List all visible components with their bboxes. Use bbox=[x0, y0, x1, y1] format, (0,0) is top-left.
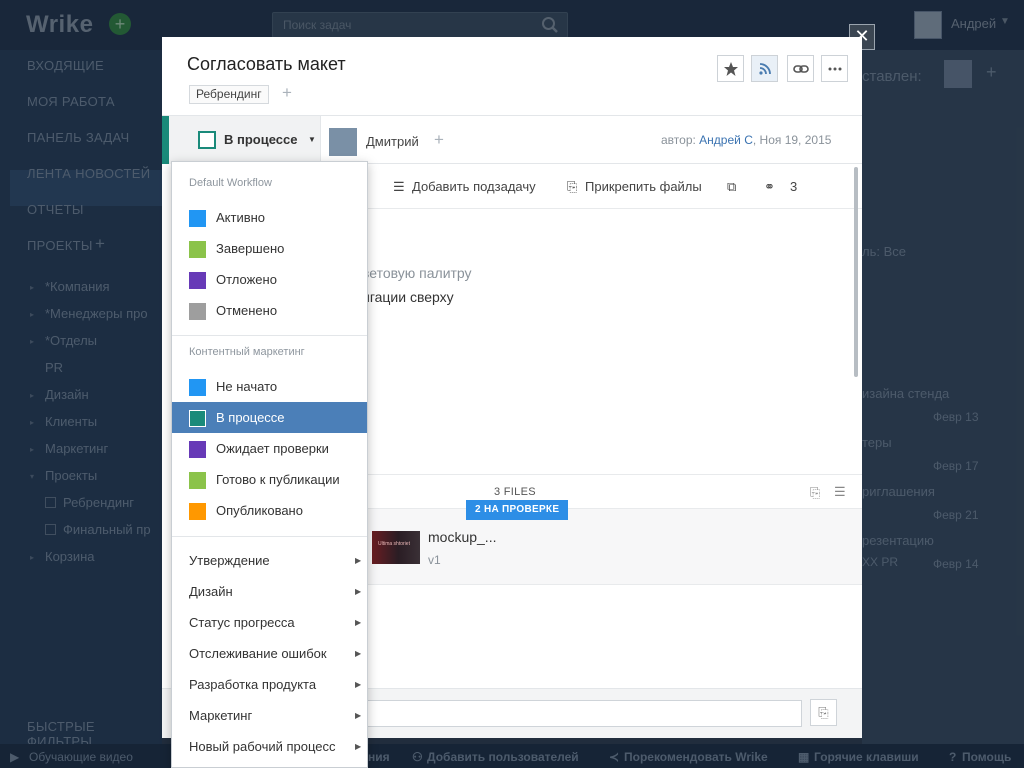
status-option-label: В процессе bbox=[216, 410, 285, 425]
status-option[interactable]: Опубликовано bbox=[172, 495, 367, 526]
add-subtask-button[interactable]: Добавить подзадачу bbox=[412, 179, 536, 194]
status-option[interactable]: Готово к публикации bbox=[172, 464, 367, 495]
status-dropdown-button[interactable]: В процессе ▼ bbox=[169, 116, 321, 164]
menu-divider bbox=[172, 335, 367, 336]
status-option-label: Отменено bbox=[216, 303, 278, 318]
dependencies-icon[interactable]: ⧉ bbox=[727, 179, 736, 195]
workflow-submenu[interactable]: Разработка продукта bbox=[189, 677, 316, 692]
star-button[interactable] bbox=[717, 55, 744, 82]
workflow-submenu[interactable]: Отслеживание ошибок bbox=[189, 646, 327, 661]
chevron-down-icon: ▼ bbox=[308, 135, 316, 144]
paperclip-icon[interactable]: ⎘ bbox=[567, 179, 577, 195]
author-prefix: автор: bbox=[661, 133, 696, 147]
description-line[interactable]: ветовую палитру bbox=[362, 265, 472, 281]
status-option[interactable]: Активно bbox=[172, 202, 367, 233]
status-color-swatch bbox=[189, 272, 206, 289]
status-option[interactable]: Завершено bbox=[172, 233, 367, 264]
status-color-swatch bbox=[189, 410, 206, 427]
status-color-swatch bbox=[189, 379, 206, 396]
workflow-submenu[interactable]: Новый рабочий процесс bbox=[189, 739, 336, 754]
file-version: v1 bbox=[428, 553, 441, 567]
status-option-label: Активно bbox=[216, 210, 266, 225]
follow-button[interactable] bbox=[751, 55, 778, 82]
paperclip-icon[interactable]: ⎘ bbox=[810, 485, 820, 501]
status-color-swatch bbox=[189, 441, 206, 458]
subtask-list-icon[interactable]: ☰ bbox=[393, 179, 405, 195]
file-name[interactable]: mockup_... bbox=[428, 529, 496, 545]
status-dropdown-menu: Default Workflow Активно Завершено Отлож… bbox=[171, 161, 368, 768]
more-icon bbox=[828, 67, 841, 71]
folder-tag[interactable]: Ребрендинг bbox=[189, 85, 269, 104]
status-option-label: Готово к публикации bbox=[216, 472, 340, 487]
status-color-swatch bbox=[189, 472, 206, 489]
rss-icon bbox=[758, 63, 771, 75]
status-option-label: Опубликовано bbox=[216, 503, 303, 518]
task-title[interactable]: Согласовать макет bbox=[187, 54, 346, 75]
status-option-label: Ожидает проверки bbox=[216, 441, 329, 456]
attach-files-button[interactable]: Прикрепить файлы bbox=[585, 179, 702, 194]
assignee-avatar[interactable] bbox=[329, 128, 357, 156]
chevron-right-icon: ▶ bbox=[355, 649, 362, 658]
status-option[interactable]: Отложено bbox=[172, 264, 367, 295]
file-card[interactable]: Ultima shtoriet mockup_... v1 bbox=[362, 508, 862, 585]
status-option[interactable]: Ожидает проверки bbox=[172, 433, 367, 464]
link-icon bbox=[792, 65, 809, 73]
add-tag-icon[interactable]: + bbox=[282, 83, 292, 103]
file-thumbnail[interactable]: Ultima shtoriet bbox=[372, 531, 420, 564]
star-icon bbox=[723, 62, 738, 76]
workflow-submenu[interactable]: Дизайн bbox=[189, 584, 233, 599]
workflow-submenu[interactable]: Статус прогресса bbox=[189, 615, 295, 630]
add-assignee-icon[interactable]: + bbox=[434, 130, 444, 150]
status-option-label: Завершено bbox=[216, 241, 285, 256]
file-thumbnail-text: Ultima shtoriet bbox=[378, 541, 410, 547]
share-icon[interactable]: ⚭ bbox=[764, 179, 775, 195]
workflow-submenu[interactable]: Маркетинг bbox=[189, 708, 252, 723]
chevron-right-icon: ▶ bbox=[355, 556, 362, 565]
workflow-submenu[interactable]: Утверждение bbox=[189, 553, 270, 568]
created-date: , Ноя 19, 2015 bbox=[752, 133, 832, 147]
chevron-right-icon: ▶ bbox=[355, 711, 362, 720]
files-count-label[interactable]: 3 FILES bbox=[494, 486, 536, 498]
status-row: В процессе ▼ Дмитрий + автор: Андрей С, … bbox=[162, 115, 862, 164]
task-actions-bar: ☰ Добавить подзадачу ⎘ Прикрепить файлы … bbox=[362, 164, 862, 209]
status-option-label: Отложено bbox=[216, 272, 277, 287]
chevron-right-icon: ▶ bbox=[355, 742, 362, 751]
menu-divider bbox=[172, 536, 367, 537]
list-view-icon[interactable]: ☰ bbox=[834, 484, 846, 500]
status-checkbox-icon[interactable] bbox=[198, 131, 216, 149]
shared-count[interactable]: 3 bbox=[790, 179, 797, 194]
scrollbar[interactable] bbox=[854, 167, 858, 377]
workflow-header: Контентный маркетинг bbox=[189, 346, 305, 358]
status-color-swatch bbox=[189, 241, 206, 258]
assignee-name[interactable]: Дмитрий bbox=[366, 134, 419, 149]
status-color-swatch bbox=[189, 303, 206, 320]
status-option-selected[interactable]: В процессе bbox=[172, 402, 367, 433]
copy-link-button[interactable] bbox=[787, 55, 814, 82]
task-meta: автор: Андрей С, Ноя 19, 2015 bbox=[661, 133, 831, 147]
status-color-swatch bbox=[189, 503, 206, 520]
chevron-right-icon: ▶ bbox=[355, 587, 362, 596]
chevron-right-icon: ▶ bbox=[355, 618, 362, 627]
comment-attach-button[interactable]: ⎘ bbox=[810, 699, 837, 726]
review-badge[interactable]: 2 НА ПРОВЕРКЕ bbox=[466, 500, 569, 520]
status-color-bar bbox=[162, 116, 169, 164]
comment-input[interactable] bbox=[367, 700, 802, 727]
status-option[interactable]: Не начато bbox=[172, 371, 367, 402]
status-label: В процессе bbox=[224, 132, 298, 147]
author-link[interactable]: Андрей С bbox=[699, 133, 753, 147]
paperclip-icon: ⎘ bbox=[818, 705, 829, 720]
status-option-label: Не начато bbox=[216, 379, 278, 394]
description-line[interactable]: игации сверху bbox=[362, 289, 454, 305]
status-color-swatch bbox=[189, 210, 206, 227]
files-header: 3 FILES ⎘ ☰ bbox=[362, 474, 862, 508]
workflow-header: Default Workflow bbox=[189, 177, 272, 189]
more-actions-button[interactable] bbox=[821, 55, 848, 82]
status-option[interactable]: Отменено bbox=[172, 295, 367, 326]
chevron-right-icon: ▶ bbox=[355, 680, 362, 689]
